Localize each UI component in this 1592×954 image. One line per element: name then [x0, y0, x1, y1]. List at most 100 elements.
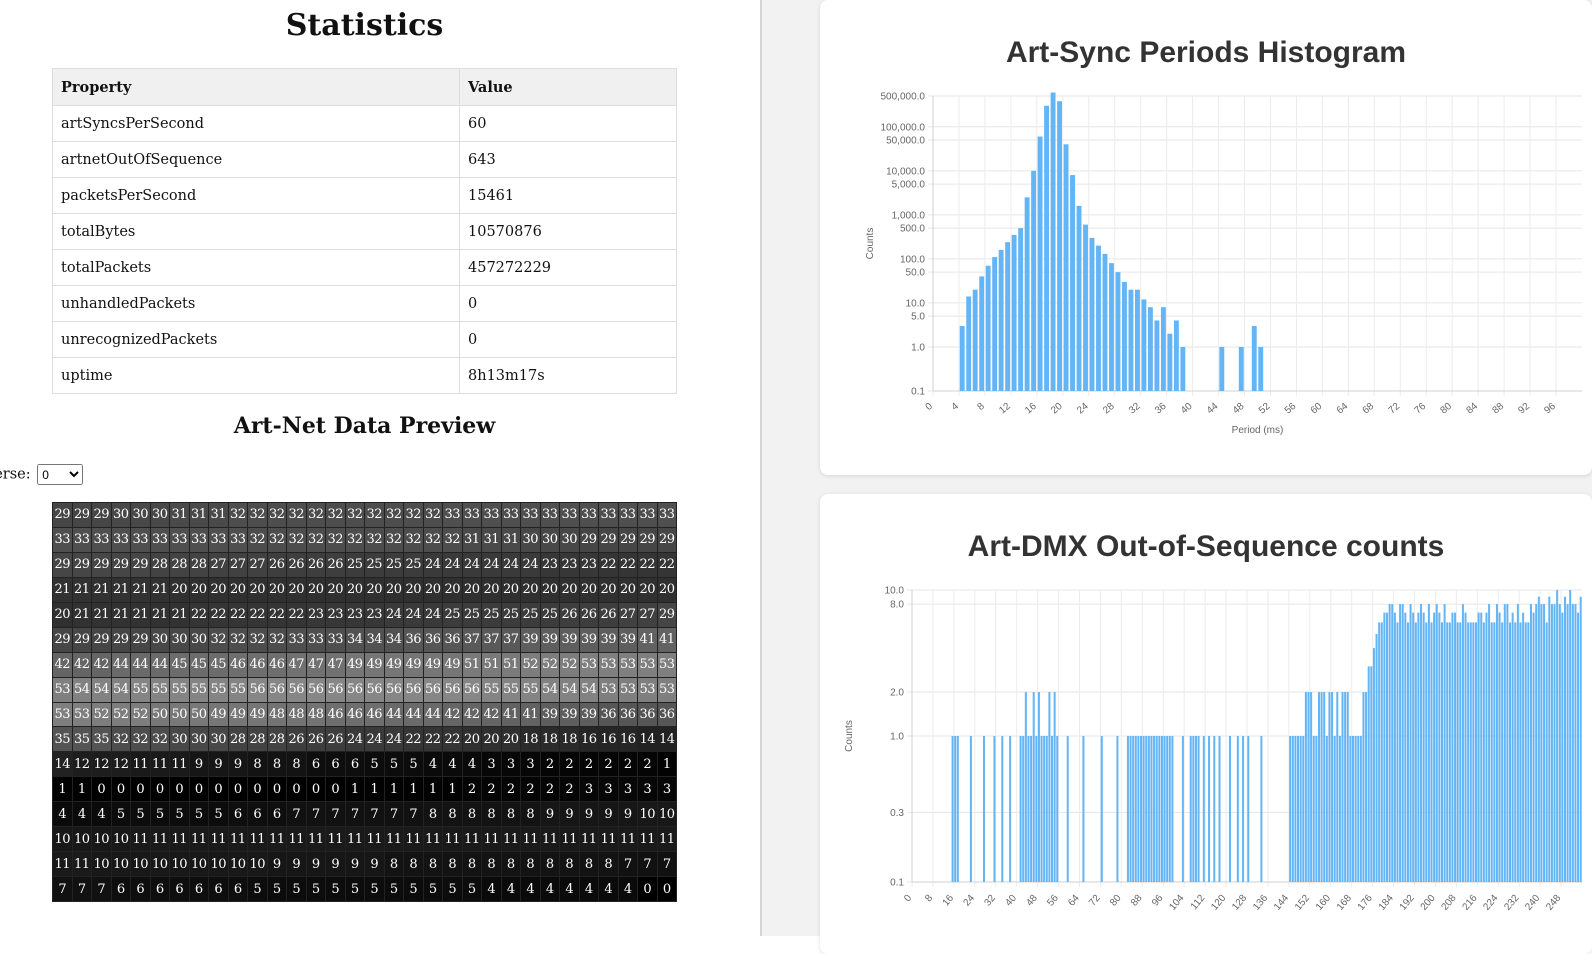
value-cell: 60 [459, 105, 677, 142]
dmx-cell: 0 [248, 777, 267, 802]
dmx-cell: 30 [209, 727, 228, 752]
dmx-cell: 22 [248, 602, 267, 627]
table-header-row: Property Value [52, 68, 677, 106]
x-tick-label: 32 [1127, 401, 1143, 417]
bar [985, 265, 991, 391]
x-tick-label: 48 [1231, 401, 1247, 417]
dmx-cell: 42 [92, 652, 111, 677]
dmx-cell: 53 [618, 652, 637, 677]
x-tick-label: 40 [1003, 893, 1019, 909]
dmx-cell: 30 [131, 503, 150, 527]
dmx-cell: 49 [209, 702, 228, 727]
dmx-cell: 24 [462, 552, 481, 577]
bar [1258, 346, 1264, 391]
bar [1545, 622, 1548, 882]
dmx-cell: 11 [384, 827, 403, 852]
bar [1399, 604, 1402, 882]
bar [1446, 622, 1449, 882]
dmx-cell: 12 [72, 752, 91, 777]
dmx-cell: 8 [423, 802, 442, 827]
dmx-cell: 7 [404, 802, 423, 827]
dmx-cell: 32 [423, 503, 442, 527]
dmx-cell: 8 [501, 802, 520, 827]
dmx-cell: 55 [501, 677, 520, 702]
bar [1045, 736, 1048, 882]
bar [1109, 263, 1114, 391]
x-tick-label: 84 [1464, 401, 1480, 417]
dmx-cell: 32 [131, 727, 150, 752]
dmx-data-grid: 29 29 29 30 30 30 31 31 31 32 32 32 32 32 32 32 32 32 32 32… [52, 502, 677, 902]
bar [1420, 604, 1423, 882]
dmx-cell: 9 [209, 752, 228, 777]
dmx-cell: 9 [560, 802, 579, 827]
dmx-cell: 55 [170, 677, 189, 702]
dmx-cell: 2 [482, 777, 501, 802]
dmx-cell: 4 [599, 877, 618, 901]
dmx-cell: 27 [228, 552, 247, 577]
dmx-cell: 7 [384, 802, 403, 827]
dmx-cell: 11 [404, 827, 423, 852]
dmx-cell: 1 [365, 777, 384, 802]
dmx-cell: 5 [365, 877, 384, 901]
dmx-cell: 29 [111, 627, 130, 652]
dmx-cell: 21 [131, 577, 150, 602]
dmx-cell: 10 [72, 827, 91, 852]
bar [1167, 333, 1173, 391]
bar [1427, 604, 1430, 882]
dmx-cell: 30 [189, 627, 208, 652]
property-cell: unrecognizedPackets [52, 321, 460, 358]
dmx-cell: 22 [209, 602, 228, 627]
dmx-cell: 35 [72, 727, 91, 752]
dmx-cell: 26 [306, 727, 325, 752]
dmx-cell: 45 [209, 652, 228, 677]
bar [1134, 736, 1137, 882]
dmx-cell: 20 [267, 577, 286, 602]
bar [1126, 736, 1129, 882]
bar [1354, 736, 1357, 882]
dmx-cell: 42 [72, 652, 91, 677]
dmx-cell: 29 [579, 527, 598, 552]
dmx-cell: 4 [579, 877, 598, 901]
universe-select[interactable]: 0 [37, 464, 84, 485]
dmx-cell: 33 [462, 503, 481, 527]
dmx-cell: 7 [638, 852, 657, 877]
y-tick-label: 0.1 [890, 878, 904, 889]
property-cell: unhandledPackets [52, 285, 460, 322]
dmx-cell: 8 [501, 852, 520, 877]
dmx-cell: 39 [579, 702, 598, 727]
dmx-cell: 30 [521, 527, 540, 552]
dmx-cell: 10 [657, 802, 676, 827]
dmx-cell: 29 [638, 527, 657, 552]
dmx-cell: 42 [53, 652, 72, 677]
dmx-cell: 20 [345, 577, 364, 602]
dmx-cell: 53 [599, 677, 618, 702]
dmx-cell: 2 [462, 777, 481, 802]
bar [1506, 604, 1509, 882]
dmx-cell: 47 [287, 652, 306, 677]
dmx-cell: 32 [248, 503, 267, 527]
dmx-cell: 33 [92, 527, 111, 552]
dmx-cell: 39 [540, 627, 559, 652]
x-tick-label: 120 [1209, 893, 1228, 913]
bar [1537, 596, 1540, 882]
dmx-cell: 6 [306, 752, 325, 777]
dmx-cell: 9 [579, 802, 598, 827]
bar [1082, 736, 1085, 882]
bar [1440, 622, 1443, 882]
dmx-cell: 20 [306, 577, 325, 602]
dmx-cell: 41 [501, 702, 520, 727]
dmx-cell: 8 [287, 752, 306, 777]
dmx-cell: 22 [267, 602, 286, 627]
dmx-cell: 0 [209, 777, 228, 802]
bar [1063, 144, 1069, 391]
dmx-cell: 11 [131, 752, 150, 777]
bar [1357, 736, 1360, 882]
dmx-cell: 52 [521, 652, 540, 677]
dmx-cell: 7 [657, 852, 676, 877]
dmx-cell: 2 [618, 752, 637, 777]
bar [1509, 622, 1512, 882]
value-cell: 0 [459, 321, 677, 358]
bar [1197, 736, 1200, 882]
dmx-cell: 55 [482, 677, 501, 702]
dmx-cell: 2 [638, 752, 657, 777]
